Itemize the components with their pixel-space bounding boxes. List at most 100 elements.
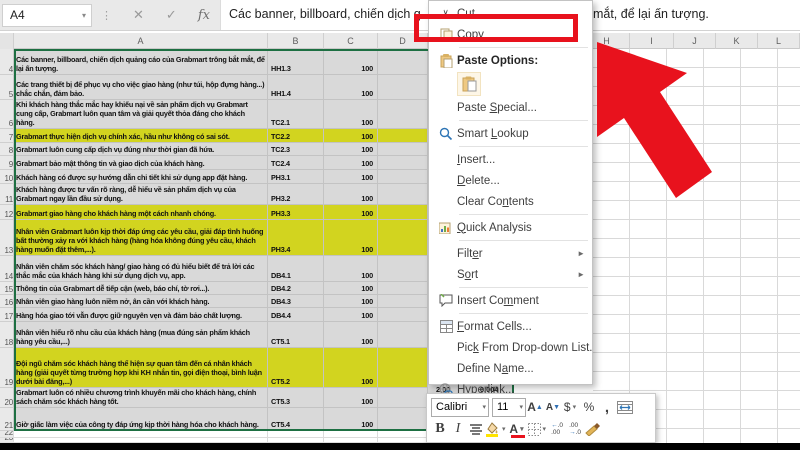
cell-empty[interactable] <box>378 156 428 170</box>
menu-item-insert[interactable]: Insert... <box>429 149 592 170</box>
row-number[interactable]: 5 <box>0 75 14 100</box>
column-header-K[interactable]: K <box>716 33 758 49</box>
bold-button[interactable]: B <box>431 419 449 440</box>
menu-item-filter[interactable]: Filter► <box>429 243 592 264</box>
cell-question-text[interactable]: Grabmart thực hiện dịch vụ chính xác, hầ… <box>14 129 268 143</box>
name-box-dropdown-icon[interactable]: ▾ <box>82 11 91 20</box>
row-number[interactable]: 9 <box>0 156 14 170</box>
cell-item-code[interactable]: CT5.4 <box>268 408 324 431</box>
cell-item-code[interactable]: HH1.4 <box>268 75 324 100</box>
cell-empty[interactable] <box>378 184 428 205</box>
chevron-down-icon[interactable]: ▾ <box>541 425 549 433</box>
row-number[interactable]: 16 <box>0 295 14 308</box>
cell-value[interactable]: 100 <box>324 184 378 205</box>
insert-function-icon[interactable]: fx <box>188 8 220 23</box>
cell-question-text[interactable]: Grabmart luôn có nhiều chương trình khuy… <box>14 388 268 408</box>
cell-value[interactable]: 100 <box>324 205 378 220</box>
row-number[interactable]: 7 <box>0 129 14 143</box>
menu-item-pick-from-list[interactable]: Pick From Drop-down List... <box>429 337 592 358</box>
cell-question-text[interactable]: Các trang thiết bị để phục vụ cho việc g… <box>14 75 268 100</box>
menu-item-paste-keep-source-formatting[interactable] <box>429 71 592 97</box>
cell-item-code[interactable]: TC2.4 <box>268 156 324 170</box>
cell-question-text[interactable]: Nhân viên giao hàng luôn niềm nở, ân cần… <box>14 295 268 308</box>
cell-question-text[interactable]: Nhân viên Grabmart luôn kịp thời đáp ứng… <box>14 220 268 256</box>
cell-item-code[interactable]: PH3.3 <box>268 205 324 220</box>
cell-question-text[interactable]: Nhân viên chăm sóc khách hàng/ giao hàng… <box>14 256 268 282</box>
cell-value[interactable]: 100 <box>324 75 378 100</box>
row-number[interactable]: 14 <box>0 256 14 282</box>
cell-value[interactable]: 100 <box>324 282 378 295</box>
cell-value[interactable]: 100 <box>324 348 378 388</box>
cell-item-code[interactable]: HH1.3 <box>268 49 324 75</box>
row-number[interactable]: 21 <box>0 408 14 431</box>
column-header-B[interactable]: B <box>268 33 324 49</box>
font-name-select[interactable]: Calibri ▾ <box>431 398 489 417</box>
cell-item-code[interactable]: CT5.2 <box>268 348 324 388</box>
menu-item-copy[interactable]: Copy <box>429 24 592 45</box>
cell-empty[interactable] <box>378 143 428 156</box>
cell-question-text[interactable]: Các banner, billboard, chiến dịch quảng … <box>14 49 268 75</box>
row-number[interactable]: 11 <box>0 184 14 205</box>
cell-value[interactable]: 100 <box>324 143 378 156</box>
paste-option-button[interactable] <box>457 72 481 96</box>
cell-empty[interactable] <box>378 308 428 322</box>
cell-value[interactable]: 100 <box>324 256 378 282</box>
cell-empty[interactable] <box>378 431 428 438</box>
font-size-select[interactable]: 11 ▾ <box>492 398 526 417</box>
row-number[interactable]: 10 <box>0 170 14 184</box>
menu-item-smart-lookup[interactable]: Smart Lookup <box>429 123 592 144</box>
shrink-font-button[interactable]: A▼ <box>544 397 562 418</box>
row-number[interactable]: 13 <box>0 220 14 256</box>
row-number[interactable]: 8 <box>0 143 14 156</box>
cell-question-text[interactable]: Khách hàng có được sự hướng dẫn chi tiết… <box>14 170 268 184</box>
column-header-A[interactable]: A <box>14 33 268 49</box>
cell-item-code[interactable]: DB4.2 <box>268 282 324 295</box>
cell-item-code[interactable]: CT5.1 <box>268 322 324 348</box>
column-header-J[interactable]: J <box>674 33 716 49</box>
fill-color-button[interactable]: ▾ <box>485 419 508 440</box>
cell-item-code[interactable]: CT5.3 <box>268 388 324 408</box>
row-number[interactable]: 18 <box>0 322 14 348</box>
cell-question-text[interactable]: Nhân viên hiểu rõ nhu cầu của khách hàng… <box>14 322 268 348</box>
cell-value[interactable]: 100 <box>324 388 378 408</box>
cell-empty[interactable] <box>378 49 428 75</box>
cell-value[interactable]: 100 <box>324 129 378 143</box>
borders-button[interactable]: ▾ <box>528 419 549 440</box>
percent-style-button[interactable]: % <box>580 397 598 418</box>
grow-font-button[interactable]: A▲ <box>526 397 544 418</box>
accounting-format-button[interactable]: $▾ <box>562 397 580 418</box>
cell-item-code[interactable] <box>268 431 324 438</box>
chevron-down-icon[interactable]: ▾ <box>571 403 579 411</box>
cell-question-text[interactable]: Khách hàng được tư vấn rõ ràng, dễ hiểu … <box>14 184 268 205</box>
row-number[interactable]: 20 <box>0 388 14 408</box>
cell-empty[interactable] <box>378 220 428 256</box>
empty-grid-area[interactable] <box>593 49 800 443</box>
column-header-I[interactable]: I <box>630 33 674 49</box>
column-header-C[interactable]: C <box>324 33 378 49</box>
cell-empty[interactable] <box>378 408 428 431</box>
column-header-L[interactable]: L <box>758 33 800 49</box>
row-number[interactable]: 22 <box>0 431 14 438</box>
enter-icon[interactable]: ✓ <box>155 7 188 23</box>
menu-item-delete[interactable]: Delete... <box>429 170 592 191</box>
menu-item-define-name[interactable]: Define Name... <box>429 358 592 379</box>
menu-item-insert-comment[interactable]: Insert Comment <box>429 290 592 311</box>
cell-question-text[interactable]: Grabmart bảo mật thông tin và giao dịch … <box>14 156 268 170</box>
row-number[interactable]: 12 <box>0 205 14 220</box>
cell-question-text[interactable]: Đội ngũ chăm sóc khách hàng thể hiện sự … <box>14 348 268 388</box>
menu-item-cut[interactable]: ✂Cut <box>429 3 592 24</box>
cell-question-text[interactable]: Giờ giấc làm việc của công ty đáp ứng kị… <box>14 408 268 431</box>
chevron-down-icon[interactable]: ▾ <box>518 425 526 433</box>
cell-value[interactable] <box>324 431 378 438</box>
merge-center-button[interactable] <box>616 397 634 418</box>
cell-empty[interactable] <box>378 348 428 388</box>
decrease-decimal-button[interactable]: ←.0.00 <box>548 419 566 440</box>
cell-question-text[interactable]: Thông tin của Grabmart dễ tiếp cận (web,… <box>14 282 268 295</box>
font-color-button[interactable]: A▾ <box>508 419 528 440</box>
cell-empty[interactable] <box>378 75 428 100</box>
menu-item-format-cells[interactable]: Format Cells... <box>429 316 592 337</box>
cell-item-code[interactable]: DB4.1 <box>268 256 324 282</box>
increase-decimal-button[interactable]: .00→.0 <box>566 419 584 440</box>
cell-empty[interactable] <box>378 322 428 348</box>
menu-item-paste-options[interactable]: Paste Options: <box>429 50 592 71</box>
